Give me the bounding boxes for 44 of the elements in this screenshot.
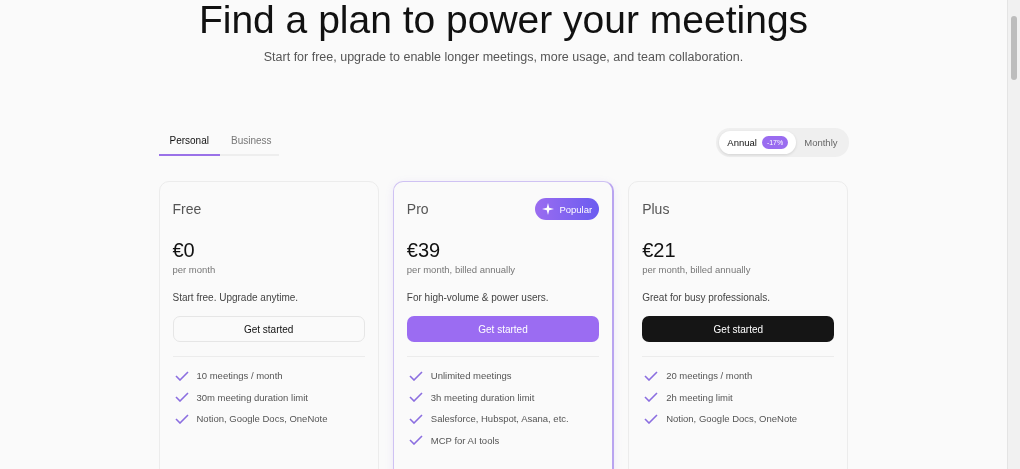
checkmark-icon: [408, 413, 423, 424]
sparkle-icon: [542, 203, 555, 215]
checkmark-icon: [174, 370, 189, 381]
checkmark-icon: [644, 392, 659, 403]
page-heading: Find a plan to power your meetings: [198, 0, 809, 43]
plan-description: Start free. Upgrade anytime.: [172, 292, 300, 303]
plan-price: €39: [406, 239, 442, 262]
feature-text: 3h meeting duration limit: [430, 391, 535, 403]
feature-text: 10 meetings / month: [196, 370, 283, 382]
plan-description: Great for busy professionals.: [642, 292, 771, 303]
scroll-thumb[interactable]: [1011, 16, 1017, 80]
feature-text: 20 meetings / month: [666, 370, 753, 382]
scrollbar[interactable]: [1007, 0, 1020, 469]
checkmark-icon: [644, 370, 659, 381]
badge-label: Popular: [559, 203, 593, 215]
get-started-button[interactable]: Get started: [172, 316, 365, 342]
checkmark-icon: [408, 392, 423, 403]
get-started-button[interactable]: Get started: [406, 316, 600, 342]
billing-period: per month, billed annually: [406, 264, 517, 275]
checkmark-icon: [174, 413, 189, 424]
plan-tab[interactable]: Personal: [158, 129, 220, 156]
plan-name: Free: [172, 201, 202, 217]
checkmark-icon: [174, 392, 189, 403]
feature-text: Notion, Google Docs, OneNote: [666, 413, 798, 425]
plan-tab[interactable]: Business: [219, 129, 283, 156]
feature-text: MCP for AI tools: [430, 434, 500, 446]
plan-price: €21: [642, 239, 677, 262]
billing-period: per month: [172, 264, 217, 275]
get-started-button[interactable]: Get started: [642, 316, 835, 342]
page-subheading: Start for free, upgrade to enable longer meetings, more usage, and team collaboration.: [263, 50, 744, 64]
feature-text: Notion, Google Docs, OneNote: [196, 413, 328, 425]
feature-text: 30m meeting duration limit: [196, 391, 308, 403]
billing-option[interactable]: Monthly: [796, 131, 846, 154]
plan-price: €0: [172, 239, 196, 262]
billing-period: per month, billed annually: [642, 264, 752, 275]
feature-text: Unlimited meetings: [430, 370, 512, 382]
checkmark-icon: [644, 413, 659, 424]
plan-description: For high-volume & power users.: [406, 292, 550, 303]
checkmark-icon: [408, 435, 423, 446]
plan-name: Pro: [406, 201, 429, 217]
plan-name: Plus: [642, 201, 670, 217]
checkmark-icon: [408, 370, 423, 381]
feature-text: 2h meeting limit: [666, 391, 733, 403]
feature-text: Salesforce, Hubspot, Asana, etc.: [430, 413, 569, 425]
